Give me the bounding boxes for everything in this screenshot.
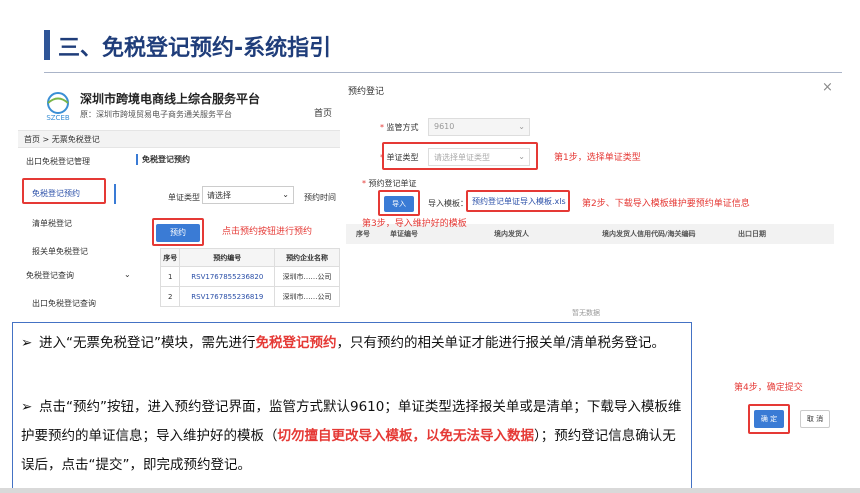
step1-tip: 第1步，选择单证类型 — [554, 153, 641, 163]
doc-type-select[interactable]: 请选择 ⌄ — [202, 186, 294, 204]
supervise-label: * 监管方式 — [380, 123, 419, 132]
dialog-title: 预约登记 — [348, 87, 385, 97]
chevron-down-icon: ⌄ — [282, 190, 289, 199]
reservation-date-label: 预约时间 — [304, 193, 336, 202]
chevron-down-icon: ⌄ — [518, 122, 525, 131]
sidebar-item-declaration-tax[interactable]: 报关单免税登记 — [32, 246, 88, 257]
reservation-code-link[interactable]: RSV1767855236820 — [179, 266, 276, 287]
template-label: 导入模板： — [428, 199, 468, 208]
sidebar-group-export-tax-free[interactable]: 出口免税登记管理 — [26, 156, 90, 167]
sidebar-item-export-query[interactable]: 出口免税登记查询 — [32, 298, 96, 309]
cancel-button[interactable]: 取 消 — [800, 410, 830, 428]
slide-title: 三、免税登记预约-系统指引 — [58, 36, 332, 61]
col-no: 序号 — [159, 248, 181, 267]
step4-tip: 第4步，确定提交 — [734, 383, 803, 393]
highlight-template — [466, 190, 570, 212]
instruction-bullet-2: ➢ 点击“预约”按钮，进入预约登记界面，监管方式默认9610；单证类型选择报关单或… — [21, 393, 685, 480]
portal-name: 深圳市跨境电商线上综合服务平台 — [80, 92, 261, 106]
portal-screenshot: SZCEB 深圳市跨境电商线上综合服务平台 原：深圳市跨境贸易电子商务通关服务平… — [18, 82, 340, 342]
reservation-code-link[interactable]: RSV1767855236819 — [179, 286, 276, 307]
table-row: 1 RSV1767855236820 深圳市……公司 — [159, 266, 340, 287]
highlight-import — [378, 190, 420, 216]
footer-band — [0, 488, 860, 493]
step2-tip: 第2步、下载导入模板维护要预约单证信息 — [582, 199, 750, 209]
doc-type-label: 单证类型 — [168, 193, 200, 202]
reservation-table: 序号 预约编号 预约企业名称 1 RSV1767855236820 深圳市……公… — [159, 248, 340, 307]
highlight-confirm — [748, 404, 790, 434]
active-indicator — [114, 184, 116, 204]
breadcrumb: 首页 > 无票免税登记 — [18, 130, 340, 148]
page-heading: 免税登记预约 — [136, 154, 190, 165]
instruction-box: ➢ 进入“无票免税登记”模块，需先进行免税登记预约，只有预约的相关单证才能进行报关… — [12, 322, 692, 492]
step3-tip: 第3步，导入维护好的模板 — [362, 219, 467, 229]
arrow-bullet-icon: ➢ — [21, 335, 33, 351]
table-row: 2 RSV1767855236819 深圳市……公司 — [159, 286, 340, 307]
nav-home-link[interactable]: 首页 — [314, 106, 332, 119]
svg-text:SZCEB: SZCEB — [46, 114, 70, 122]
instruction-bullet-1: ➢ 进入“无票免税登记”模块，需先进行免税登记预约，只有预约的相关单证才能进行报关… — [21, 329, 685, 358]
chevron-down-icon[interactable]: ⌄ — [124, 270, 131, 279]
tip-click-reserve: 点击预约按钮进行预约 — [222, 227, 313, 237]
sidebar-group-query[interactable]: 免税登记查询 — [26, 270, 74, 281]
title-accent-bar — [44, 30, 50, 60]
col-code: 预约编号 — [179, 248, 276, 267]
supervise-mode-field[interactable]: 9610 ⌄ — [428, 118, 530, 136]
portal-subtitle: 原：深圳市跨境贸易电子商务通关服务平台 — [80, 110, 232, 119]
highlight-reservation-menu — [22, 178, 106, 204]
empty-state: 暂无数据 — [572, 309, 600, 317]
highlight-doc-type — [382, 142, 538, 170]
arrow-bullet-icon: ➢ — [21, 399, 33, 415]
title-divider — [44, 72, 842, 73]
szceb-logo-icon: SZCEB — [46, 92, 70, 122]
close-icon[interactable]: × — [822, 80, 833, 95]
sidebar-item-list-tax[interactable]: 清单税登记 — [32, 218, 72, 229]
highlight-reserve-button — [152, 218, 204, 246]
register-doc-label: * 预约登记单证 — [362, 179, 417, 188]
col-company: 预约企业名称 — [274, 248, 340, 267]
